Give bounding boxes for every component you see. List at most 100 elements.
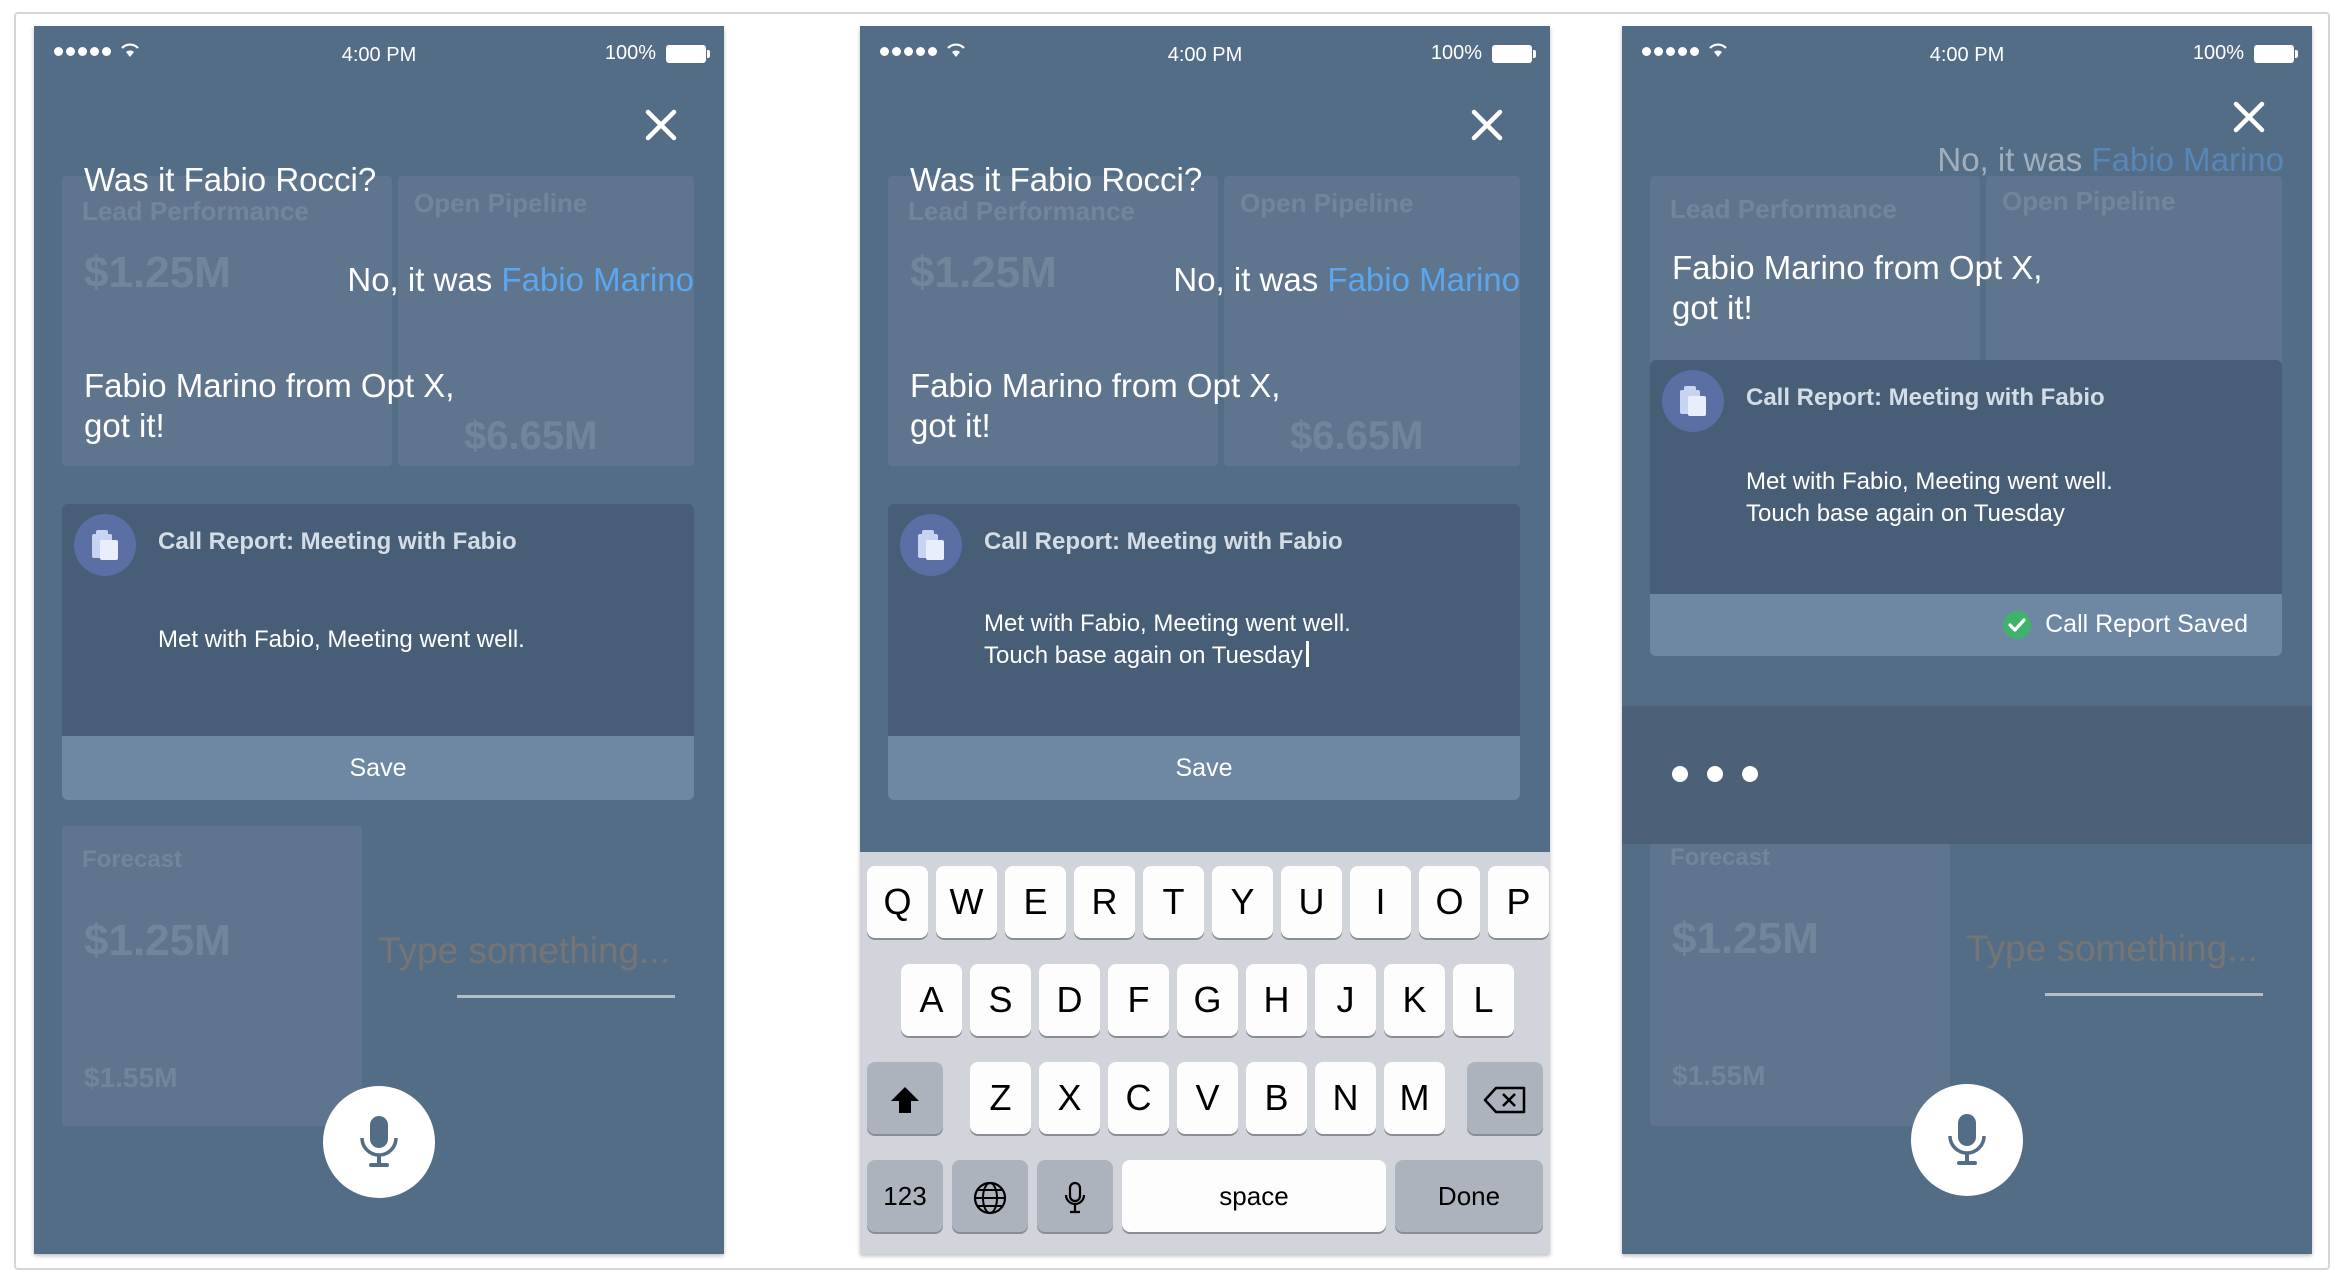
mic-icon: [360, 1116, 398, 1167]
call-report-body[interactable]: Met with Fabio, Meeting went well.: [158, 624, 525, 656]
call-report-title: Call Report: Meeting with Fabio: [1746, 384, 2105, 411]
call-report-card: Call Report: Meeting with Fabio Met with…: [1650, 360, 2282, 656]
key-p[interactable]: P: [1488, 866, 1549, 938]
battery-icon: [1492, 44, 1536, 63]
key-c[interactable]: C: [1108, 1062, 1169, 1134]
close-icon[interactable]: [2228, 96, 2270, 138]
status-bar: 4:00 PM 100%: [860, 40, 1550, 70]
reply-name-link[interactable]: Fabio Marino: [501, 261, 694, 298]
key-b[interactable]: B: [1246, 1062, 1307, 1134]
key-y[interactable]: Y: [1212, 866, 1273, 938]
mic-button[interactable]: [323, 1086, 435, 1198]
call-report-body: Met with Fabio, Meeting went well. Touch…: [1746, 466, 2113, 530]
bg-card1-title: Lead Performance: [1670, 194, 1897, 224]
battery-icon: [666, 44, 710, 63]
reply-prefix: No, it was: [1937, 141, 2083, 178]
call-report-body-line-1: Met with Fabio, Meeting went well.: [984, 610, 1351, 637]
call-report-body[interactable]: Met with Fabio, Meeting went well. Touch…: [984, 608, 1351, 672]
key-u[interactable]: U: [1281, 866, 1342, 938]
bg-forecast-amount: $1.25M: [84, 916, 231, 965]
backspace-icon: [1483, 1087, 1526, 1114]
key-x[interactable]: X: [1039, 1062, 1100, 1134]
keyboard: Q W E R T Y U I O P A S D F G H J K L Z X C V B N M 123 space Done: [860, 852, 1550, 1254]
call-report-body-line-2: Touch base again on Tuesday: [1746, 500, 2065, 527]
key-v[interactable]: V: [1177, 1062, 1238, 1134]
numbers-key[interactable]: 123: [867, 1160, 943, 1232]
bg-card2-title: Open Pipeline: [1240, 188, 1414, 218]
reply-name-link[interactable]: Fabio Marino: [1327, 261, 1520, 298]
key-r[interactable]: R: [1074, 866, 1135, 938]
save-button[interactable]: Save: [888, 736, 1520, 800]
text-cursor: [1305, 641, 1309, 667]
user-reply: No, it was Fabio Marino: [347, 260, 694, 300]
bg-forecast-amount2: $1.55M: [84, 1062, 178, 1093]
call-report-title: Call Report: Meeting with Fabio: [984, 528, 1343, 555]
battery-indicator: 100%: [1430, 42, 1536, 65]
battery-percent: 100%: [604, 42, 656, 64]
call-report-body-line-1: Met with Fabio, Meeting went well.: [1746, 468, 2113, 495]
input-underline: [457, 995, 675, 998]
reply-prefix: No, it was: [1173, 261, 1319, 298]
reply-prefix: No, it was: [347, 261, 493, 298]
message-input[interactable]: [1922, 924, 2258, 974]
phone-screen-3: Lead Performance Open Pipeline Forecast …: [1622, 26, 2312, 1254]
key-e[interactable]: E: [1005, 866, 1066, 938]
input-underline: [2045, 993, 2263, 996]
key-l[interactable]: L: [1453, 964, 1514, 1036]
key-t[interactable]: T: [1143, 866, 1204, 938]
call-report-card: Call Report: Meeting with Fabio Met with…: [62, 504, 694, 800]
key-s[interactable]: S: [970, 964, 1031, 1036]
battery-indicator: 100%: [2192, 42, 2298, 65]
key-h[interactable]: H: [1246, 964, 1307, 1036]
call-report-body-line-2-wrap: Touch base again on Tuesday: [984, 640, 1351, 672]
report-icon: [1662, 370, 1724, 432]
key-j[interactable]: J: [1315, 964, 1376, 1036]
assistant-question: Was it Fabio Rocci?: [910, 161, 1203, 198]
done-key[interactable]: Done: [1395, 1160, 1543, 1232]
phone-screen-1: Lead Performance Open Pipeline $1.25M $6…: [34, 26, 724, 1254]
bg-amount2: $6.65M: [464, 414, 598, 458]
close-icon[interactable]: [640, 104, 682, 146]
space-key[interactable]: space: [1122, 1160, 1386, 1232]
bg-card2-title: Open Pipeline: [414, 188, 588, 218]
confirmation-line-2: got it!: [84, 407, 165, 444]
mic-icon: [1948, 1114, 1986, 1165]
key-d[interactable]: D: [1039, 964, 1100, 1036]
key-f[interactable]: F: [1108, 964, 1169, 1036]
key-i[interactable]: I: [1350, 866, 1411, 938]
mic-button[interactable]: [1911, 1084, 2023, 1196]
key-k[interactable]: K: [1384, 964, 1445, 1036]
key-w[interactable]: W: [936, 866, 997, 938]
typing-dot: [1672, 766, 1688, 782]
key-z[interactable]: Z: [970, 1062, 1031, 1134]
report-icon: [900, 514, 962, 576]
assistant-confirmation: Fabio Marino from Opt X, got it!: [910, 366, 1280, 446]
bg-amount1: $1.25M: [84, 248, 231, 297]
user-reply: No, it was Fabio Marino: [1173, 260, 1520, 300]
key-m[interactable]: M: [1384, 1062, 1445, 1134]
backspace-key[interactable]: [1467, 1062, 1543, 1134]
key-a[interactable]: A: [901, 964, 962, 1036]
key-o[interactable]: O: [1419, 866, 1480, 938]
bg-forecast-amount: $1.25M: [1672, 914, 1819, 963]
globe-key[interactable]: [952, 1160, 1028, 1232]
assistant-question: Was it Fabio Rocci?: [84, 161, 377, 198]
shift-icon: [891, 1087, 919, 1114]
check-icon: [2003, 610, 2032, 639]
phone-screen-2: Lead Performance Open Pipeline $1.25M $6…: [860, 26, 1550, 1254]
battery-indicator: 100%: [604, 42, 710, 65]
saved-label: Call Report Saved: [2045, 610, 2248, 638]
dictation-key[interactable]: [1037, 1160, 1113, 1232]
user-reply-faded: No, it was Fabio Marino: [1937, 140, 2284, 180]
save-button[interactable]: Save: [62, 736, 694, 800]
message-input[interactable]: [334, 926, 670, 976]
key-n[interactable]: N: [1315, 1062, 1376, 1134]
key-q[interactable]: Q: [867, 866, 928, 938]
reply-name-link[interactable]: Fabio Marino: [2091, 141, 2284, 178]
battery-percent: 100%: [2192, 42, 2244, 64]
battery-percent: 100%: [1430, 42, 1482, 64]
close-icon[interactable]: [1466, 104, 1508, 146]
shift-key[interactable]: [867, 1062, 943, 1134]
key-g[interactable]: G: [1177, 964, 1238, 1036]
typing-dot: [1742, 766, 1758, 782]
